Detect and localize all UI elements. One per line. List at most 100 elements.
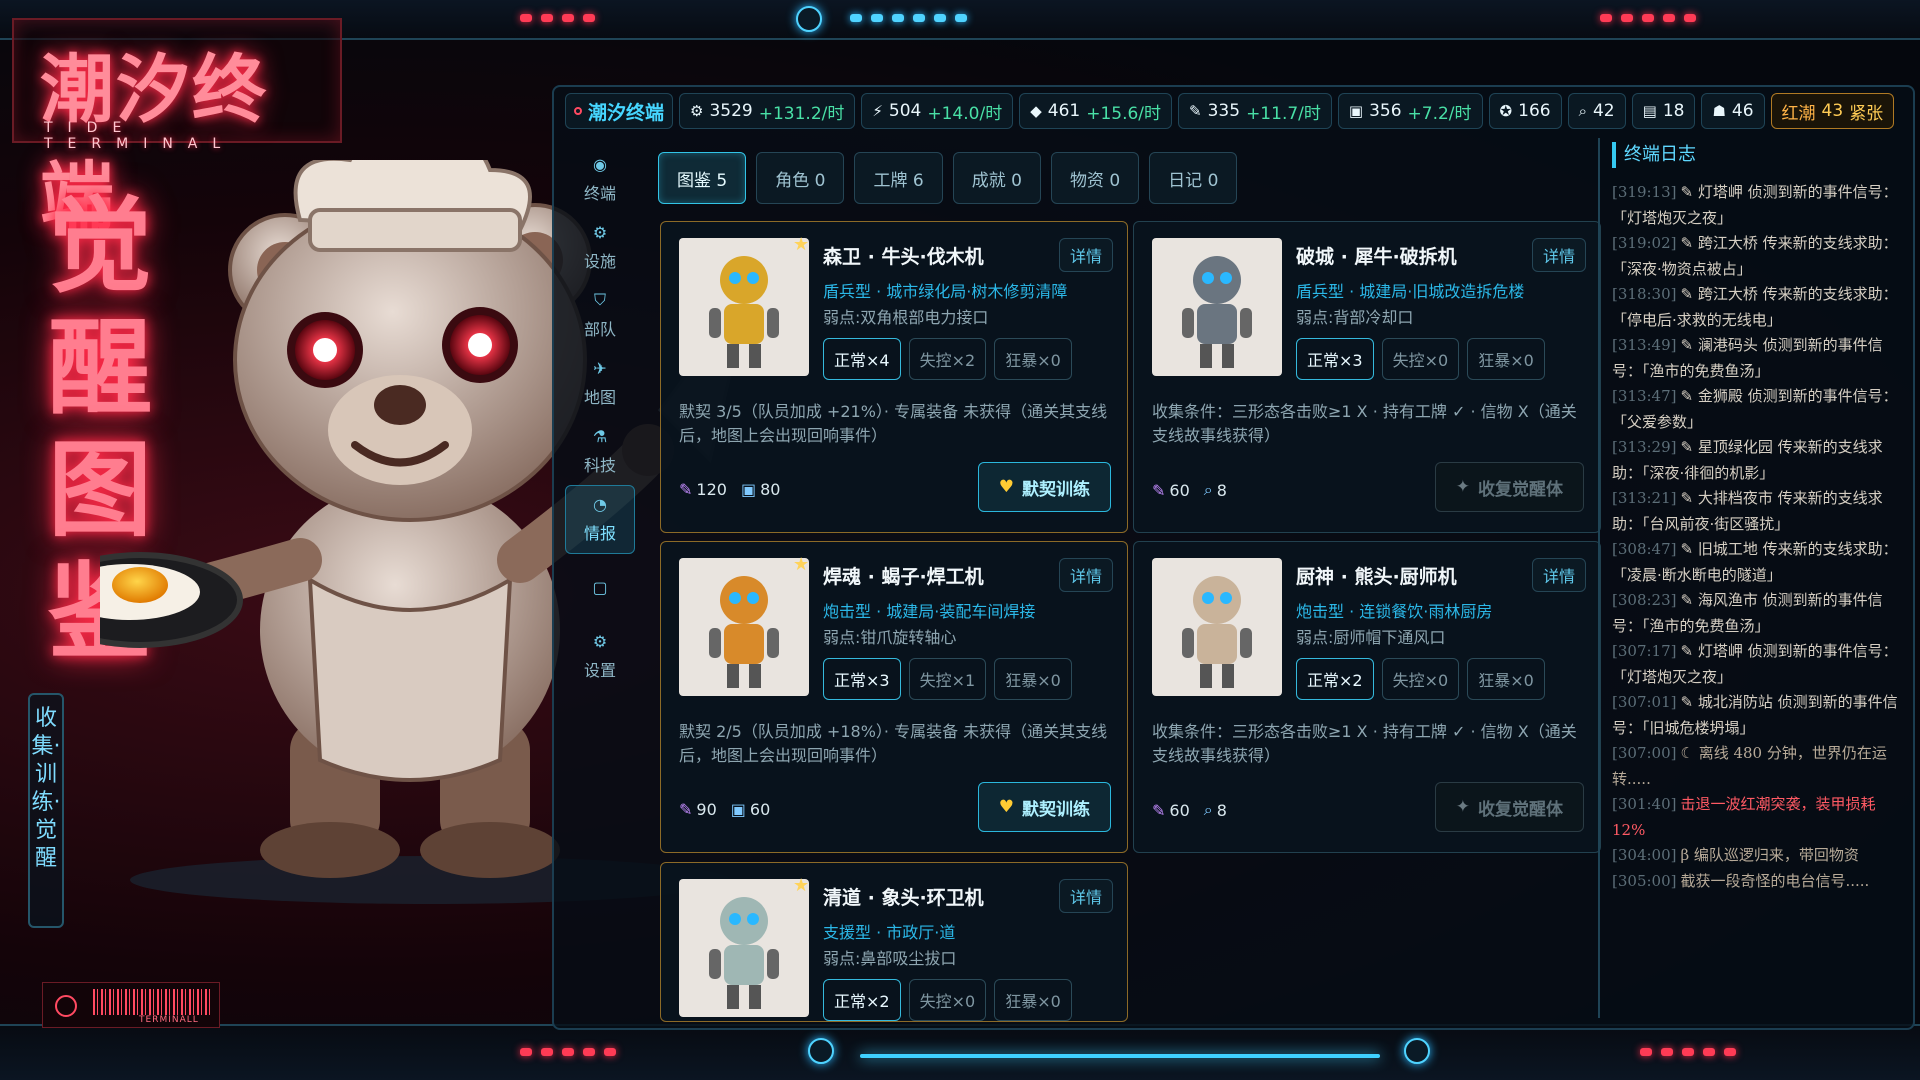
- card-weakness: 弱点:厨师帽下通风口: [1296, 628, 1446, 647]
- form-chip[interactable]: 正常×3: [823, 658, 901, 700]
- log-entry: [307:01] ✎ 城北消防站 侦测到新的事件信号：「旧城危楼坍塌」: [1612, 690, 1910, 741]
- robot-portrait: [679, 238, 809, 376]
- resource-medal[interactable]: ✪ 166: [1488, 93, 1562, 129]
- form-chip[interactable]: 失控×1: [908, 658, 987, 700]
- bottom-hub-left-icon: [808, 1038, 834, 1064]
- bond-training-button[interactable]: ♥ 默契训练: [977, 462, 1111, 512]
- log-list[interactable]: [319:13] ✎ 灯塔岬 侦测到新的事件信号：「灯塔炮灭之夜」 [319:02]…: [1612, 180, 1910, 894]
- bond-training-button[interactable]: ♥ 默契训练: [977, 782, 1111, 832]
- squad-icon: ⛉: [593, 290, 606, 310]
- sidebar-item-设施[interactable]: ⚙ 设施: [565, 213, 635, 281]
- disk-icon: ▣: [1348, 102, 1364, 120]
- resource-search[interactable]: ⌕ 42: [1567, 93, 1626, 129]
- form-chip[interactable]: 失控×0: [1381, 338, 1460, 380]
- resource-rate: +131.2/时: [758, 103, 845, 124]
- tab-2[interactable]: 工牌 6: [854, 152, 943, 204]
- log-entry: [319:13] ✎ 灯塔岬 侦测到新的事件信号：「灯塔炮灭之夜」: [1612, 180, 1910, 231]
- blank-icon: ▢: [592, 578, 608, 598]
- card-name: 厨神 · 熊头·厨师机: [1296, 566, 1457, 588]
- resource-rate: +7.2/时: [1407, 103, 1472, 124]
- terminal-icon: ◉: [593, 154, 607, 174]
- form-chip[interactable]: 狂暴×0: [1467, 338, 1545, 380]
- detail-button[interactable]: 详情: [1531, 238, 1586, 272]
- form-chip[interactable]: 失控×0: [1381, 658, 1460, 700]
- form-chip[interactable]: 狂暴×0: [994, 979, 1072, 1021]
- sidebar-item-地图[interactable]: ✈ 地图: [565, 349, 635, 417]
- resource-value: 42: [1592, 101, 1615, 121]
- form-chip[interactable]: 狂暴×0: [994, 658, 1072, 700]
- action-label: 默契训练: [1022, 479, 1090, 500]
- sidebar-item-blank[interactable]: ▢: [565, 554, 635, 622]
- detail-button[interactable]: 详情: [1058, 558, 1113, 592]
- card-weakness: 弱点:双角根部电力接口: [823, 308, 989, 327]
- barcode-badge: TERMINALL: [42, 982, 220, 1028]
- tab-5[interactable]: 日记 0: [1149, 152, 1238, 204]
- card-type: 盾兵型 · 城市绿化局·树木修剪清障: [823, 282, 1068, 301]
- syringe-icon: ✎: [679, 800, 693, 819]
- form-chip[interactable]: 狂暴×0: [994, 338, 1072, 380]
- alert-label: 红潮: [1781, 103, 1816, 124]
- log-entry: [313:29] ✎ 星顶绿化园 传来新的支线求助：「深夜·徘徊的机影」: [1612, 435, 1910, 486]
- form-chip[interactable]: 正常×2: [823, 979, 901, 1021]
- codex-card: ★ 森卫 · 牛头·伐木机 详情 盾兵型 · 城市绿化局·树木修剪清障 弱点:双角根部电…: [660, 221, 1128, 533]
- log-timestamp: [307:00]: [1612, 744, 1677, 762]
- resource-signal[interactable]: ▤ 18: [1631, 93, 1696, 129]
- tab-1[interactable]: 角色 0: [756, 152, 845, 204]
- sidebar-item-label: 地图: [583, 387, 616, 407]
- form-chip[interactable]: 失控×2: [908, 338, 987, 380]
- sidebar-item-情报[interactable]: ◔ 情报: [565, 485, 635, 554]
- form-counters: 正常×3 失控×1 狂暴×0: [823, 658, 1072, 700]
- form-chip[interactable]: 失控×0: [908, 979, 987, 1021]
- form-chip[interactable]: 狂暴×0: [1467, 658, 1545, 700]
- stat-value: 90: [696, 800, 717, 819]
- card-name: 破城 · 犀牛·破拆机: [1296, 246, 1457, 268]
- log-text: β 编队巡逻归来，带回物资: [1680, 846, 1859, 864]
- bottom-hub-right-icon: [1404, 1038, 1430, 1064]
- terminal-log: 终端日志 [319:13] ✎ 灯塔岬 侦测到新的事件信号：「灯塔炮灭之夜」 [31…: [1598, 138, 1910, 1018]
- sidebar-item-科技[interactable]: ⚗ 科技: [565, 417, 635, 485]
- card-name: 森卫 · 牛头·伐木机: [823, 246, 984, 268]
- log-entry: [308:23] ✎ 海风渔市 侦测到新的事件信号：「渔市的免费鱼汤」: [1612, 588, 1910, 639]
- stat-second: ⌕ 8: [1204, 480, 1227, 500]
- card-description: 收集条件：三形态各击败≥1 X · 持有工牌 ✓ · 信物 X（通关支线故事线获…: [1152, 402, 1577, 445]
- sidebar-item-终端[interactable]: ◉ 终端: [565, 145, 635, 213]
- tab-0[interactable]: 图鉴 5: [658, 152, 747, 204]
- log-timestamp: [301:40]: [1612, 795, 1677, 813]
- sidebar-item-设置[interactable]: ⚙ 设置: [565, 622, 635, 690]
- detail-button[interactable]: 详情: [1058, 879, 1113, 913]
- sidebar-item-部队[interactable]: ⛉ 部队: [565, 281, 635, 349]
- detail-button[interactable]: 详情: [1531, 558, 1586, 592]
- resource-crystal[interactable]: ◆ 461 +15.6/时: [1019, 93, 1173, 129]
- people-icon: ☗: [1712, 102, 1726, 120]
- tab-4[interactable]: 物资 0: [1050, 152, 1140, 204]
- sidebar-nav: ◉ 终端 ⚙ 设施 ⛉ 部队 ✈ 地图 ⚗ 科技 ◔ 情报 ▢ ⚙ 设置: [565, 145, 635, 690]
- reclaim-button[interactable]: ✦ 收复觉醒体: [1434, 462, 1584, 512]
- stat-value: 60: [1169, 480, 1190, 500]
- resource-disk[interactable]: ▣ 356 +7.2/时: [1337, 93, 1483, 129]
- reclaim-button[interactable]: ✦ 收复觉醒体: [1434, 782, 1584, 832]
- sidebar-item-label: 设置: [583, 660, 616, 680]
- log-timestamp: [307:17]: [1612, 642, 1677, 660]
- card-weakness: 弱点:背部冷却口: [1296, 308, 1414, 327]
- top-hub-icon: [796, 6, 822, 32]
- resource-value: 18: [1662, 101, 1685, 121]
- action-label: 默契训练: [1022, 799, 1090, 820]
- log-timestamp: [313:49]: [1612, 336, 1677, 354]
- tab-3[interactable]: 成就 0: [952, 152, 1041, 204]
- bottom-glow-bar: [860, 1054, 1380, 1058]
- red-tide-alert[interactable]: 红潮 43 紧张: [1770, 93, 1895, 129]
- intel-icon: ◔: [593, 495, 607, 515]
- resource-people[interactable]: ☗ 46: [1701, 93, 1765, 129]
- form-chip[interactable]: 正常×4: [823, 338, 901, 380]
- resource-syringe[interactable]: ✎ 335 +11.7/时: [1178, 93, 1332, 129]
- resource-gear[interactable]: ⚙ 3529 +131.2/时: [679, 93, 856, 129]
- detail-button[interactable]: 详情: [1058, 238, 1113, 272]
- log-timestamp: [318:30]: [1612, 285, 1677, 303]
- stat-value: 8: [1216, 800, 1227, 820]
- resource-lightning[interactable]: ⚡ 504 +14.0/时: [861, 93, 1014, 129]
- form-chip[interactable]: 正常×2: [1296, 658, 1374, 700]
- card-description: 收集条件：三形态各击败≥1 X · 持有工牌 ✓ · 信物 X（通关支线故事线获…: [1152, 722, 1577, 765]
- form-chip[interactable]: 正常×3: [1296, 338, 1374, 380]
- card-stats: ✎ 120 ▣ 80: [679, 480, 780, 499]
- log-timestamp: [308:47]: [1612, 540, 1677, 558]
